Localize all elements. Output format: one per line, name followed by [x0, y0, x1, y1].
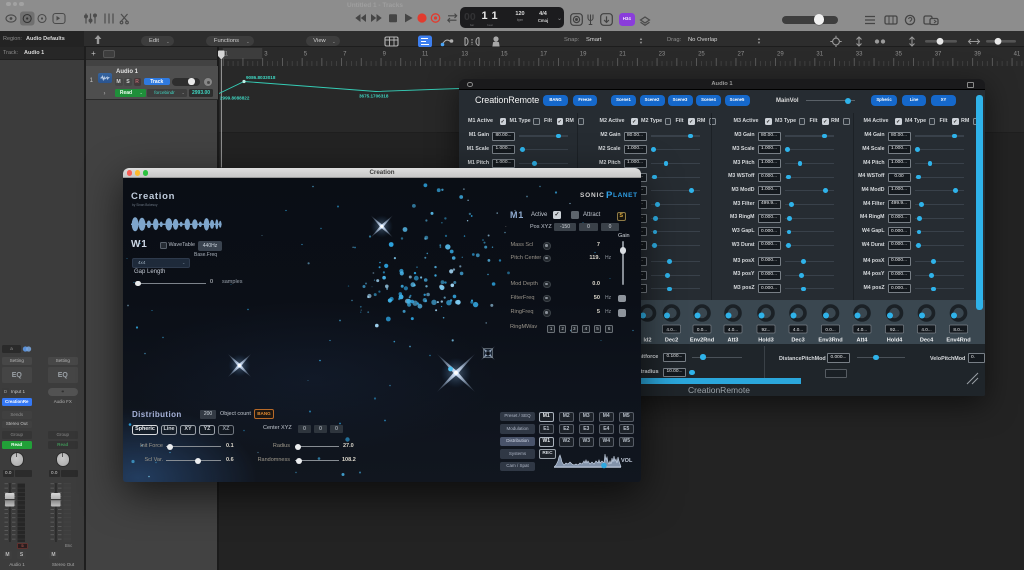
svg-text:25: 25 — [698, 52, 705, 58]
svg-text:Att3: Att3 — [728, 338, 739, 344]
svg-text:39: 39 — [974, 52, 981, 58]
svg-text:3675.1706318: 3675.1706318 — [359, 94, 389, 99]
svg-text:Dec4: Dec4 — [920, 338, 934, 344]
svg-text:92...: 92... — [890, 327, 899, 332]
svg-text:31: 31 — [816, 52, 823, 58]
svg-text:21: 21 — [619, 52, 626, 58]
svg-text:11: 11 — [422, 52, 429, 58]
svg-text:4.0...: 4.0... — [666, 327, 676, 332]
svg-text:29: 29 — [777, 52, 784, 58]
svg-text:27: 27 — [737, 52, 744, 58]
svg-text:0.0...: 0.0... — [825, 327, 835, 332]
svg-text:4.0...: 4.0... — [793, 327, 803, 332]
svg-text:41: 41 — [1013, 52, 1020, 58]
svg-text:4.0...: 4.0... — [728, 327, 738, 332]
svg-text:Hold3: Hold3 — [758, 338, 774, 344]
svg-text:13: 13 — [461, 52, 468, 58]
svg-text:8.0...: 8.0... — [953, 327, 963, 332]
svg-text:Hold4: Hold4 — [887, 338, 903, 344]
svg-text:Dec2: Dec2 — [665, 338, 678, 344]
svg-text:Env2Rnd: Env2Rnd — [690, 338, 715, 344]
svg-text:0.0...: 0.0... — [697, 327, 707, 332]
svg-text:37: 37 — [934, 52, 941, 58]
svg-text:Att4: Att4 — [857, 338, 869, 344]
svg-text:Env3Rnd: Env3Rnd — [818, 338, 843, 344]
svg-text:Dec3: Dec3 — [791, 338, 804, 344]
svg-text:4.0...: 4.0... — [857, 327, 867, 332]
svg-text:17: 17 — [540, 52, 547, 58]
svg-text:33: 33 — [855, 52, 862, 58]
svg-text:2999.8088822: 2999.8088822 — [220, 96, 250, 101]
svg-text:92...: 92... — [762, 327, 771, 332]
svg-text:Env4Rnd: Env4Rnd — [946, 338, 971, 344]
svg-text:ld2: ld2 — [643, 338, 651, 344]
svg-text:15: 15 — [501, 52, 508, 58]
svg-text:4.0...: 4.0... — [921, 327, 931, 332]
svg-text:19: 19 — [579, 52, 586, 58]
svg-text:35: 35 — [895, 52, 902, 58]
svg-text:23: 23 — [658, 52, 665, 58]
svg-text:9086.8033018: 9086.8033018 — [246, 75, 276, 80]
